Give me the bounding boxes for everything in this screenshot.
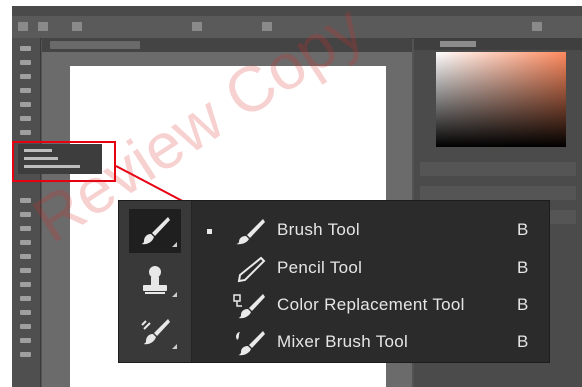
history-brush-tool-icon[interactable] xyxy=(20,212,31,217)
zoom-tool-icon[interactable] xyxy=(20,352,31,357)
selected-indicator xyxy=(207,229,212,234)
shortcut-key: B xyxy=(517,332,529,351)
mixer-brush-icon xyxy=(233,329,267,357)
color-panel-tab[interactable] xyxy=(440,41,476,47)
panel-row[interactable] xyxy=(420,162,576,176)
workspace-icon[interactable] xyxy=(532,22,542,31)
crop-tool-icon[interactable] xyxy=(20,102,31,107)
gradient-tool-icon[interactable] xyxy=(20,240,31,245)
brush-icon xyxy=(233,217,267,245)
move-tool-icon[interactable] xyxy=(20,46,31,51)
pen-tool-icon[interactable] xyxy=(20,282,31,287)
shortcut-key: B xyxy=(517,295,529,314)
type-tool-icon[interactable] xyxy=(20,296,31,301)
pencil-icon xyxy=(233,255,267,283)
eraser-tool-icon[interactable] xyxy=(20,226,31,231)
path-selection-tool-icon[interactable] xyxy=(20,310,31,315)
document-tab-strip xyxy=(42,38,412,52)
flyout-item-mixer-brush-tool[interactable]: Mixer Brush Tool B xyxy=(199,325,545,361)
flyout-item-label: Color Replacement Tool xyxy=(277,295,465,314)
mode-dropdown[interactable] xyxy=(72,22,82,31)
flyout-item-label: Mixer Brush Tool xyxy=(277,332,409,351)
hand-tool-icon[interactable] xyxy=(20,338,31,343)
clone-stamp-icon[interactable] xyxy=(131,261,179,299)
document-tab[interactable] xyxy=(50,41,140,49)
color-picker-field[interactable] xyxy=(436,52,566,147)
options-bar xyxy=(12,16,582,39)
shortcut-key: B xyxy=(517,220,529,239)
brush-icon[interactable] xyxy=(131,211,179,249)
shortcut-key: B xyxy=(517,258,529,277)
flow-field[interactable] xyxy=(262,22,272,31)
brush-tools-flyout: Brush Tool B Pencil Tool B Color Replace… xyxy=(118,200,550,363)
dodge-tool-icon[interactable] xyxy=(20,268,31,273)
tools-panel xyxy=(12,38,41,387)
flyout-item-label: Pencil Tool xyxy=(277,258,363,277)
marquee-tool-icon[interactable] xyxy=(20,60,31,65)
menu-bar xyxy=(12,6,582,16)
figure-frame: Brush Tool B Pencil Tool B Color Replace… xyxy=(0,0,582,387)
flyout-item-label: Brush Tool xyxy=(277,220,361,239)
flyout-item-pencil-tool[interactable]: Pencil Tool B xyxy=(199,251,545,287)
brush-preset-icon[interactable] xyxy=(38,22,48,31)
flyout-item-color-replacement-tool[interactable]: Color Replacement Tool B xyxy=(199,288,545,324)
panel-row[interactable] xyxy=(420,186,576,200)
callout-highlight-box xyxy=(12,141,116,182)
clone-stamp-tool-icon[interactable] xyxy=(20,198,31,203)
quick-selection-tool-icon[interactable] xyxy=(20,88,31,93)
color-panel-header[interactable] xyxy=(414,38,582,50)
opacity-field[interactable] xyxy=(192,22,202,31)
tool-group-column xyxy=(119,201,192,362)
home-icon[interactable] xyxy=(18,22,28,31)
eyedropper-tool-icon[interactable] xyxy=(20,116,31,121)
color-replacement-icon xyxy=(233,292,267,320)
flyout-item-brush-tool[interactable]: Brush Tool B xyxy=(199,213,545,249)
lasso-tool-icon[interactable] xyxy=(20,74,31,79)
blur-tool-icon[interactable] xyxy=(20,254,31,259)
healing-brush-icon[interactable] xyxy=(131,313,179,351)
shape-tool-icon[interactable] xyxy=(20,324,31,329)
healing-tool-icon[interactable] xyxy=(20,130,31,135)
